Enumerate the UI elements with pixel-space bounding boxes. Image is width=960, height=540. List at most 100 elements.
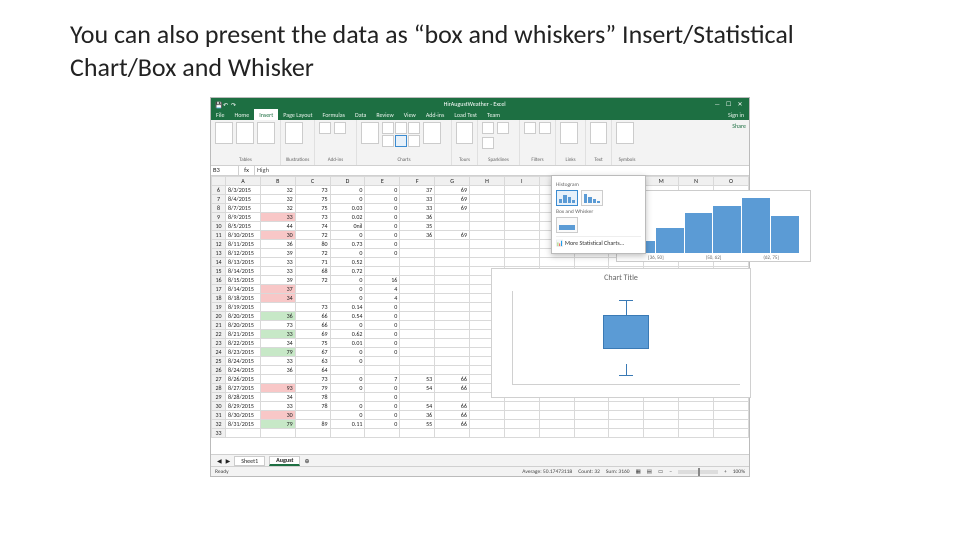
cell[interactable]: 0.02	[330, 213, 365, 222]
tab-file[interactable]: File	[211, 109, 230, 120]
row-header[interactable]: 8	[212, 204, 226, 213]
chart-line-icon[interactable]	[395, 122, 407, 134]
signin-link[interactable]: Sign in	[723, 109, 749, 120]
tab-review[interactable]: Review	[371, 109, 398, 120]
cell[interactable]: 0.73	[330, 240, 365, 249]
cell[interactable]	[260, 375, 295, 384]
cell[interactable]: 8/31/2015	[226, 420, 261, 429]
cell[interactable]: 0	[330, 285, 365, 294]
cell[interactable]: 8/28/2015	[226, 393, 261, 402]
cell[interactable]: 74	[295, 222, 330, 231]
cell[interactable]: 33	[260, 357, 295, 366]
sparkline-line-icon[interactable]	[482, 122, 494, 134]
undo-icon[interactable]: ↶	[223, 101, 229, 107]
row-header[interactable]: 25	[212, 357, 226, 366]
cell[interactable]: 8/21/2015	[226, 330, 261, 339]
cell[interactable]: 33	[260, 213, 295, 222]
cell[interactable]: 0	[365, 186, 400, 195]
cell[interactable]: 0.72	[330, 267, 365, 276]
cell[interactable]	[435, 393, 470, 402]
row-header[interactable]: 19	[212, 303, 226, 312]
cell[interactable]	[226, 429, 261, 438]
row-header[interactable]: 26	[212, 366, 226, 375]
cell[interactable]	[435, 330, 470, 339]
cell[interactable]	[435, 366, 470, 375]
cell[interactable]: 33	[400, 204, 435, 213]
row-header[interactable]: 29	[212, 393, 226, 402]
cell[interactable]	[365, 429, 400, 438]
row-header[interactable]: 17	[212, 285, 226, 294]
cell[interactable]: 0.62	[330, 330, 365, 339]
col-header-D[interactable]: D	[330, 177, 365, 186]
row-header[interactable]: 30	[212, 402, 226, 411]
cell[interactable]	[365, 357, 400, 366]
cell[interactable]: 73	[295, 213, 330, 222]
cell[interactable]: 32	[260, 186, 295, 195]
row-header[interactable]: 13	[212, 249, 226, 258]
chart-bar-icon[interactable]	[382, 122, 394, 134]
cell[interactable]: 36	[400, 213, 435, 222]
cell[interactable]: 8/15/2015	[226, 276, 261, 285]
cell[interactable]: 0	[365, 384, 400, 393]
cell[interactable]: 0	[330, 195, 365, 204]
cell[interactable]	[435, 258, 470, 267]
cell[interactable]: 73	[295, 303, 330, 312]
cell[interactable]: 89	[295, 420, 330, 429]
cell[interactable]	[295, 294, 330, 303]
cell[interactable]: 0	[365, 213, 400, 222]
cell[interactable]: 0	[330, 375, 365, 384]
cell[interactable]	[400, 429, 435, 438]
col-header-F[interactable]: F	[400, 177, 435, 186]
col-header-C[interactable]: C	[295, 177, 330, 186]
cell[interactable]	[400, 294, 435, 303]
cell[interactable]: 66	[435, 420, 470, 429]
cell[interactable]: 69	[295, 330, 330, 339]
minimize-icon[interactable]: —	[712, 100, 722, 108]
cell[interactable]	[435, 348, 470, 357]
cell[interactable]: 78	[295, 393, 330, 402]
tab-home[interactable]: Home	[230, 109, 255, 120]
cell[interactable]: 71	[295, 258, 330, 267]
row-header[interactable]: 22	[212, 330, 226, 339]
cell[interactable]: 34	[260, 339, 295, 348]
cell[interactable]	[400, 393, 435, 402]
row-header[interactable]: 20	[212, 312, 226, 321]
cell[interactable]: 75	[295, 339, 330, 348]
sheet-nav-prev-icon[interactable]: ◀	[217, 457, 222, 465]
row-header[interactable]: 31	[212, 411, 226, 420]
tab-formulas[interactable]: Formulas	[318, 109, 350, 120]
cell[interactable]: 55	[400, 420, 435, 429]
cell[interactable]	[295, 411, 330, 420]
col-header-M[interactable]: M	[644, 177, 679, 186]
cell[interactable]: 0	[365, 222, 400, 231]
cell[interactable]: 8/14/2015	[226, 267, 261, 276]
cell[interactable]: 93	[260, 384, 295, 393]
more-statistical-charts[interactable]: 📊 More Statistical Charts...	[556, 236, 641, 249]
new-sheet-icon[interactable]: ⊕	[304, 457, 309, 465]
cell[interactable]: 33	[400, 195, 435, 204]
cell[interactable]: 8/29/2015	[226, 402, 261, 411]
cell[interactable]: 73	[295, 375, 330, 384]
cell[interactable]: 8/12/2015	[226, 249, 261, 258]
histogram-option[interactable]	[556, 190, 578, 206]
tab-loadtest[interactable]: Load Test	[449, 109, 482, 120]
cell[interactable]: 0nil	[330, 222, 365, 231]
cell[interactable]	[435, 285, 470, 294]
cell[interactable]: 0	[365, 240, 400, 249]
cell[interactable]: 73	[295, 186, 330, 195]
cell[interactable]	[435, 276, 470, 285]
chart-combo-icon[interactable]	[408, 135, 420, 147]
cell[interactable]: 0	[365, 339, 400, 348]
cell[interactable]	[295, 285, 330, 294]
cell[interactable]: 32	[260, 195, 295, 204]
slicer-button[interactable]	[524, 122, 536, 134]
col-header-row[interactable]	[212, 177, 226, 186]
row-header[interactable]: 7	[212, 195, 226, 204]
cell[interactable]	[435, 429, 470, 438]
cell[interactable]: 0	[365, 195, 400, 204]
box-whisker-option[interactable]	[556, 217, 578, 233]
row-header[interactable]: 27	[212, 375, 226, 384]
3dmap-button[interactable]	[456, 122, 473, 144]
cell[interactable]	[365, 258, 400, 267]
zoom-slider[interactable]	[678, 470, 718, 474]
